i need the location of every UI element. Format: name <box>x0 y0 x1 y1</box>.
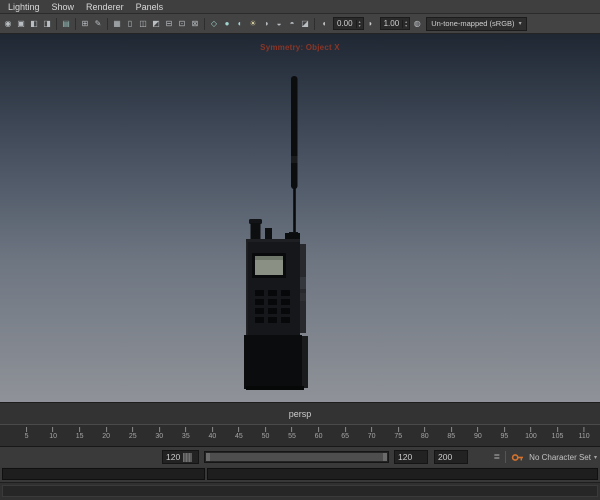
toolbar-separator <box>56 17 57 30</box>
maya-window: Lighting Show Renderer Panels ◉ ▣ ◧ ◨ ▤ ⊞ ✎ ▦ ▯ ◫ ◩ ⊟ ⊡… <box>0 0 600 500</box>
frame-tick-110: 110 <box>578 427 590 440</box>
bookmarks-icon[interactable]: ◨ <box>41 17 53 30</box>
frame-tick-50: 50 <box>262 427 269 440</box>
ptt-button <box>300 277 306 289</box>
range-slider-track[interactable] <box>204 451 389 463</box>
safe-action-icon[interactable]: ⊡ <box>176 17 188 30</box>
help-line <box>0 482 600 500</box>
menu-lighting[interactable]: Lighting <box>2 2 46 12</box>
range-handle-right[interactable] <box>383 453 387 461</box>
frame-tick-35: 35 <box>182 427 190 440</box>
lights-icon[interactable]: ☀ <box>247 17 259 30</box>
chevron-down-icon: ▾ <box>518 21 522 27</box>
film-gate-icon[interactable]: ▯ <box>124 17 136 30</box>
frame-tick-60: 60 <box>315 427 322 440</box>
panel-toolbar: ◉ ▣ ◧ ◨ ▤ ⊞ ✎ ▦ ▯ ◫ ◩ ⊟ ⊡ ⊠ ◇ ● ◐ ☀ ◑ ◒ ◓ ◪ ◖ 0.00 ▴ ▾ ◗ 1.00 … <box>0 14 600 34</box>
textured-display-icon[interactable]: ◐ <box>234 17 246 30</box>
frame-tick-30: 30 <box>155 427 163 440</box>
frame-tick-55: 55 <box>288 427 296 440</box>
antenna-band <box>291 156 298 163</box>
battery-pack <box>244 335 302 389</box>
resolution-gate-icon[interactable]: ◫ <box>137 17 149 30</box>
frame-tick-25: 25 <box>129 427 137 440</box>
range-start-field[interactable]: 120 <box>162 450 199 464</box>
frame-tick-95: 95 <box>501 427 508 440</box>
xray-icon[interactable]: ◪ <box>299 17 311 30</box>
view-transform-value: Un-tone-mapped (sRGB) <box>431 19 515 28</box>
frame-tick-70: 70 <box>368 427 376 440</box>
help-line-field <box>2 485 598 497</box>
wireframe-icon[interactable]: ◇ <box>208 17 220 30</box>
playback-end-field[interactable]: 200 <box>434 450 468 464</box>
gamma-field[interactable]: 1.00 ▴ ▾ <box>379 17 411 30</box>
character-set-menu-icon[interactable]: ≣ <box>493 451 500 463</box>
grid-icon[interactable]: ▦ <box>111 17 123 30</box>
toolbar-separator <box>75 17 76 30</box>
frame-tick-15: 15 <box>76 427 84 440</box>
image-plane-icon[interactable]: ▤ <box>60 17 72 30</box>
command-line-row <box>0 467 600 482</box>
frame-tick-65: 65 <box>341 427 349 440</box>
range-grip[interactable] <box>183 452 193 462</box>
field-chart-icon[interactable]: ⊟ <box>163 17 175 30</box>
auto-keyframe-icon[interactable] <box>511 451 524 464</box>
toolbar-separator <box>204 17 205 30</box>
frame-tick-20: 20 <box>102 427 110 440</box>
panel-menubar: Lighting Show Renderer Panels <box>0 0 600 14</box>
menu-show[interactable]: Show <box>46 2 81 12</box>
command-line-input[interactable] <box>2 468 205 480</box>
symmetry-hud-message: Symmetry: Object X <box>260 43 340 52</box>
2d-pan-zoom-icon[interactable]: ⊞ <box>79 17 91 30</box>
camera-label-bar[interactable]: persp <box>0 402 600 424</box>
shadows-icon[interactable]: ◑ <box>260 17 272 30</box>
gamma-value: 1.00 <box>383 19 400 28</box>
camera-label: persp <box>288 408 312 419</box>
motion-blur-icon[interactable]: ◓ <box>286 17 298 30</box>
divider <box>505 451 507 463</box>
safe-title-icon[interactable]: ⊠ <box>189 17 201 30</box>
grease-pencil-icon[interactable]: ✎ <box>92 17 104 30</box>
gamma-icon[interactable]: ◗ <box>365 17 377 30</box>
viewport[interactable]: Symmetry: Object X <box>0 34 600 402</box>
frame-tick-85: 85 <box>447 427 455 440</box>
antenna-upper <box>291 76 298 189</box>
frame-tick-75: 75 <box>394 427 402 440</box>
menu-panels[interactable]: Panels <box>130 2 170 12</box>
exposure-value: 0.00 <box>337 19 353 28</box>
frame-tick-80: 80 <box>421 427 429 440</box>
screen-space-ao-icon[interactable]: ◒ <box>273 17 285 30</box>
antenna-lower <box>293 188 296 234</box>
exposure-spinner[interactable]: ▴ ▾ <box>355 19 363 28</box>
frame-tick-100: 100 <box>525 427 537 440</box>
radio-model[interactable] <box>238 72 314 392</box>
gate-mask-icon[interactable]: ◩ <box>150 17 162 30</box>
frame-tick-90: 90 <box>474 427 482 440</box>
camera-attributes-icon[interactable]: ◧ <box>28 17 40 30</box>
range-slider-bar[interactable] <box>206 453 387 461</box>
select-camera-icon[interactable]: ◉ <box>2 17 14 30</box>
exposure-field[interactable]: 0.00 ▴ ▾ <box>333 17 364 30</box>
frame-tick-5: 5 <box>25 427 29 440</box>
frame-tick-45: 45 <box>235 427 243 440</box>
frame-tick-105: 105 <box>552 427 563 440</box>
view-transform-dropdown[interactable]: Un-tone-mapped (sRGB) ▾ <box>426 16 527 31</box>
chevron-down-icon: ▾ <box>593 454 597 461</box>
frame-tick-10: 10 <box>49 427 57 440</box>
lock-camera-icon[interactable]: ▣ <box>15 17 27 30</box>
frame-tick-40: 40 <box>208 427 216 440</box>
exposure-icon[interactable]: ◖ <box>318 17 330 30</box>
range-handle-left[interactable] <box>206 453 210 461</box>
command-line-result <box>207 468 598 480</box>
toolbar-separator <box>107 17 108 30</box>
toolbar-separator <box>314 17 315 30</box>
range-slider-row: 120 120 200 ≣ No Character Set ▾ <box>0 447 600 467</box>
character-set-dropdown[interactable]: No Character Set ▾ <box>529 453 597 462</box>
shaded-display-icon[interactable]: ● <box>221 17 233 30</box>
menu-renderer[interactable]: Renderer <box>80 2 130 12</box>
view-transform-icon[interactable]: ◍ <box>411 17 423 30</box>
gamma-spinner[interactable]: ▴ ▾ <box>402 19 409 28</box>
time-slider[interactable]: 5 10 15 20 25 30 35 40 45 50 55 60 65 70 75 80 85 90 95 100… <box>0 424 600 447</box>
range-end-field[interactable]: 120 <box>394 450 428 464</box>
